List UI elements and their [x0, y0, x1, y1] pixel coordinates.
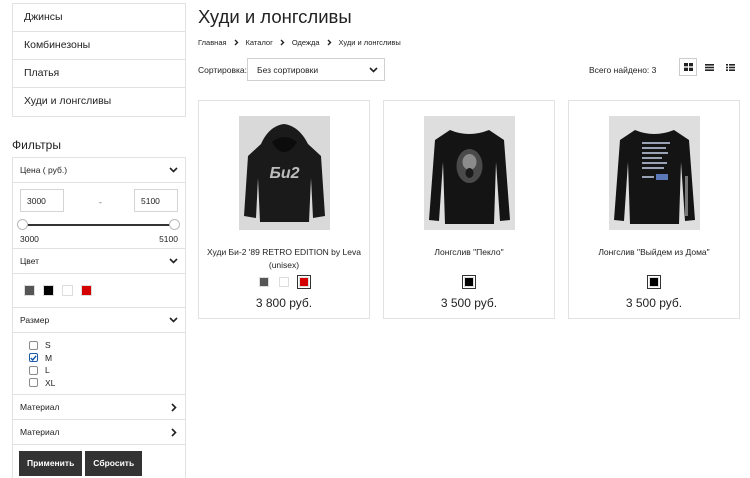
product-color-swatch[interactable]: [647, 275, 661, 289]
product-price: 3 500 руб.: [625, 296, 683, 310]
list-view-button[interactable]: [700, 58, 718, 76]
size-option-label: L: [45, 365, 50, 376]
category-item-hoodies[interactable]: Худи и лонгсливы: [13, 88, 185, 116]
product-color-swatch[interactable]: [277, 275, 291, 289]
size-option[interactable]: M: [29, 352, 185, 365]
product-image[interactable]: [609, 116, 700, 230]
product-print-text: Би2: [270, 165, 300, 182]
price-range-dash: -: [99, 197, 102, 207]
reset-button[interactable]: Сбросить: [85, 450, 143, 476]
category-item-dresses[interactable]: Платья: [13, 60, 185, 88]
checkbox-checked-icon[interactable]: [29, 353, 38, 363]
chevron-right-icon: [327, 39, 332, 46]
checkbox-icon[interactable]: [29, 378, 38, 388]
price-max-input[interactable]: [134, 189, 178, 212]
product-swatches: [384, 275, 554, 289]
filter-actions: Применить Сбросить: [13, 445, 185, 478]
product-color-swatch[interactable]: [462, 275, 476, 289]
results-count: Всего найдено: 3: [589, 65, 657, 75]
product-price: 3 500 руб.: [440, 296, 498, 310]
product-price: 3 800 руб.: [255, 296, 313, 310]
price-slider-max-handle[interactable]: [168, 219, 180, 230]
checkbox-icon[interactable]: [29, 340, 38, 350]
price-filter-header[interactable]: Цена ( руб.): [13, 158, 185, 183]
breadcrumb-current: Худи и лонгсливы: [338, 38, 401, 47]
price-slider-min-handle[interactable]: [16, 219, 28, 230]
list-icon: [704, 63, 714, 71]
material-filter-label: Материал: [20, 402, 60, 412]
product-name[interactable]: Худи Би-2 '89 RETRO EDITION by Leva (uni…: [207, 246, 361, 272]
size-option[interactable]: L: [29, 364, 185, 377]
price-filter-label: Цена ( руб.): [20, 165, 68, 175]
filters-panel: Цена ( руб.) - 3000 5100 Цвет Размер SML…: [12, 157, 186, 478]
product-image[interactable]: Би2: [239, 116, 330, 230]
product-card[interactable]: Би2 Худи Би-2 '89 RETRO EDITION by Leva …: [198, 100, 370, 319]
breadcrumb: Главная Каталог Одежда Худи и лонгсливы: [198, 38, 401, 47]
filters-title: Фильтры: [12, 138, 61, 152]
price-filter-body: - 3000 5100: [13, 183, 185, 249]
grid-view-button[interactable]: [679, 58, 697, 76]
sort-select-value: Без сортировки: [257, 64, 319, 75]
compact-list-view-button[interactable]: [721, 58, 739, 76]
checkbox-icon[interactable]: [29, 365, 38, 375]
product-color-swatch[interactable]: [257, 275, 271, 289]
material-filter-header-2[interactable]: Материал: [13, 420, 185, 445]
chevron-right-icon: [168, 427, 179, 438]
sort-label: Сортировка:: [198, 65, 248, 75]
product-name[interactable]: Лонгслив "Выйдем из Дома": [577, 246, 731, 259]
color-filter-header[interactable]: Цвет: [13, 249, 185, 274]
color-filter-swatch[interactable]: [62, 285, 73, 296]
view-mode-switch: [679, 58, 739, 76]
color-filter-swatch[interactable]: [81, 285, 92, 296]
chevron-down-icon: [168, 256, 179, 267]
color-filter-swatch[interactable]: [24, 285, 35, 296]
color-filter-body: [13, 274, 185, 308]
category-item-jeans[interactable]: Джинсы: [13, 4, 185, 32]
category-item-overalls[interactable]: Комбинезоны: [13, 32, 185, 60]
chevron-down-icon: [168, 165, 179, 176]
chevron-right-icon: [280, 39, 285, 46]
product-card[interactable]: Лонгслив "Пекло" 3 500 руб.: [383, 100, 555, 319]
material-filter-header[interactable]: Материал: [13, 395, 185, 420]
material-filter-label-2: Материал: [20, 427, 60, 437]
product-image[interactable]: [424, 116, 515, 230]
product-color-swatch[interactable]: [297, 275, 311, 289]
breadcrumb-clothing[interactable]: Одежда: [292, 38, 320, 47]
chevron-right-icon: [234, 39, 239, 46]
size-option[interactable]: XL: [29, 377, 185, 390]
size-filter-label: Размер: [20, 315, 50, 325]
size-option-label: M: [45, 352, 53, 363]
price-min-input[interactable]: [20, 189, 64, 212]
breadcrumb-catalog[interactable]: Каталог: [246, 38, 273, 47]
product-card[interactable]: Лонгслив "Выйдем из Дома" 3 500 руб.: [568, 100, 740, 319]
size-filter-body: S M L XL: [13, 333, 185, 395]
price-max-label: 5100: [159, 234, 178, 244]
color-filter-label: Цвет: [20, 256, 40, 266]
chevron-down-icon: [369, 65, 378, 75]
color-filter-swatch[interactable]: [43, 285, 54, 296]
product-swatches: [199, 275, 369, 289]
category-list: Джинсы Комбинезоны Платья Худи и лонгсли…: [12, 3, 186, 117]
price-slider-track[interactable]: [22, 224, 174, 226]
price-min-label: 3000: [20, 234, 39, 244]
page-title: Худи и лонгсливы: [198, 6, 352, 27]
sort-select[interactable]: Без сортировки: [247, 58, 385, 81]
product-swatches: [569, 275, 739, 289]
grid-icon: [683, 63, 693, 71]
size-option-label: XL: [45, 377, 56, 388]
chevron-right-icon: [168, 402, 179, 413]
compact-list-icon: [725, 63, 735, 71]
size-option-label: S: [45, 340, 51, 351]
apply-button[interactable]: Применить: [19, 450, 83, 476]
product-name[interactable]: Лонгслив "Пекло": [392, 246, 546, 259]
size-filter-header[interactable]: Размер: [13, 308, 185, 333]
size-option[interactable]: S: [29, 339, 185, 352]
chevron-down-icon: [168, 315, 179, 326]
breadcrumb-home[interactable]: Главная: [198, 38, 227, 47]
product-grid: Би2 Худи Би-2 '89 RETRO EDITION by Leva …: [198, 100, 740, 319]
